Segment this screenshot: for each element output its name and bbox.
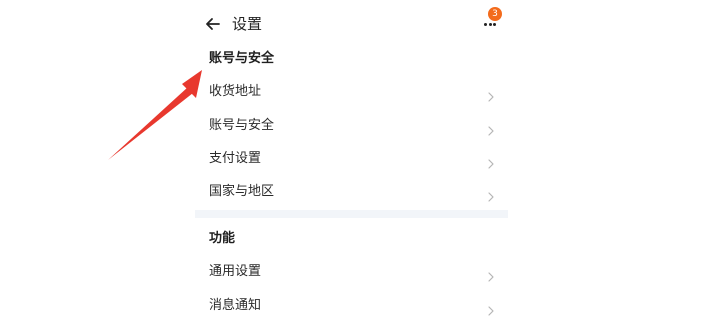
row-message-notifications[interactable]: 消息通知	[195, 289, 508, 316]
chevron-right-icon	[487, 187, 495, 202]
row-label: 通用设置	[209, 264, 262, 279]
screen: 设置 3 账号与安全 收货地址 账号与安全 支付设置 国家与地区 功能 通用设置…	[0, 0, 715, 316]
chevron-right-icon	[487, 87, 495, 102]
row-label: 国家与地区	[209, 184, 275, 199]
chevron-right-icon	[487, 267, 495, 282]
row-label: 收货地址	[209, 84, 262, 99]
row-label: 账号与安全	[209, 118, 275, 133]
chevron-right-icon	[487, 121, 495, 136]
section-divider	[195, 210, 508, 218]
row-payment-settings[interactable]: 支付设置	[195, 142, 508, 175]
back-button[interactable]	[203, 14, 223, 34]
row-account-security[interactable]: 账号与安全	[195, 109, 508, 142]
page-title: 设置	[232, 15, 263, 33]
top-bar: 设置 3	[195, 0, 508, 48]
row-label: 消息通知	[209, 298, 262, 313]
chevron-right-icon	[487, 301, 495, 316]
row-country-region[interactable]: 国家与地区	[195, 175, 508, 208]
chevron-right-icon	[487, 154, 495, 169]
section-title-features: 功能	[209, 231, 236, 246]
row-shipping-address[interactable]: 收货地址	[195, 75, 508, 108]
section-title-account: 账号与安全	[209, 51, 275, 66]
notification-badge: 3	[488, 7, 502, 21]
settings-panel: 设置 3 账号与安全 收货地址 账号与安全 支付设置 国家与地区 功能 通用设置…	[195, 0, 508, 316]
arrow-left-icon	[203, 14, 223, 34]
row-label: 支付设置	[209, 151, 262, 166]
more-dots-icon	[484, 23, 496, 26]
row-general-settings[interactable]: 通用设置	[195, 255, 508, 288]
